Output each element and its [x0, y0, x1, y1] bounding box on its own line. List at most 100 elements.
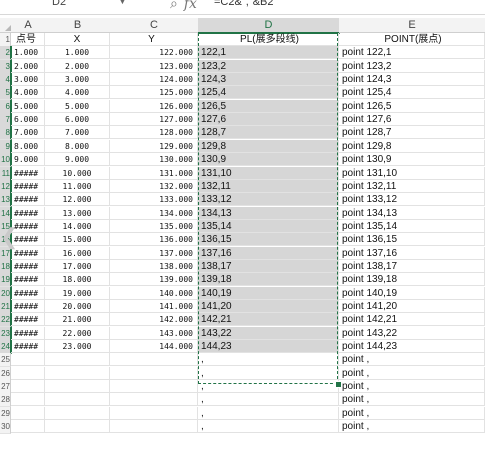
cell-e[interactable]: point ,	[339, 366, 485, 380]
cell-d[interactable]: 123,2	[198, 59, 339, 73]
cell-b[interactable]: 4.000	[45, 86, 110, 100]
cell-d[interactable]: 122,1	[198, 46, 339, 60]
cell-c[interactable]: 132.000	[110, 179, 198, 193]
header-cell-point[interactable]: POINT(展点)	[339, 33, 485, 46]
cell-c[interactable]: 130.000	[110, 153, 198, 167]
cell-a[interactable]	[11, 393, 45, 407]
cell-d[interactable]: 125,4	[198, 86, 339, 100]
search-icon[interactable]: ⌕	[170, 0, 178, 11]
cell-e[interactable]: point 128,7	[339, 126, 485, 140]
name-box[interactable]: D2 ▼	[0, 0, 128, 14]
cell-b[interactable]: 14.000	[45, 219, 110, 233]
fill-handle[interactable]	[335, 381, 342, 388]
cell-e[interactable]: point ,	[339, 406, 485, 420]
cell-b[interactable]: 9.000	[45, 153, 110, 167]
row-header[interactable]: 29	[0, 406, 11, 421]
cell-c[interactable]: 125.000	[110, 86, 198, 100]
cell-e[interactable]: point ,	[339, 353, 485, 367]
cell-b[interactable]: 3.000	[45, 73, 110, 87]
cell-c[interactable]: 134.000	[110, 206, 198, 220]
cell-c[interactable]: 137.000	[110, 246, 198, 260]
cell-e[interactable]: point 143,22	[339, 326, 485, 340]
cell-b[interactable]: 1.000	[45, 46, 110, 60]
cell-a[interactable]: #####	[11, 286, 45, 300]
cell-b[interactable]	[45, 420, 110, 434]
header-cell-point-no[interactable]: 点号	[11, 33, 45, 46]
cell-e[interactable]: point 138,17	[339, 259, 485, 273]
cell-b[interactable]: 11.000	[45, 179, 110, 193]
cell-a[interactable]	[11, 380, 45, 394]
cell-a[interactable]	[11, 366, 45, 380]
chevron-down-icon[interactable]: ▼	[118, 0, 127, 6]
cell-c[interactable]: 123.000	[110, 59, 198, 73]
cell-e[interactable]: point 126,5	[339, 99, 485, 113]
cell-b[interactable]: 16.000	[45, 246, 110, 260]
cell-b[interactable]: 7.000	[45, 126, 110, 140]
cell-a[interactable]: #####	[11, 273, 45, 287]
cell-a[interactable]: 8.000	[11, 139, 45, 153]
cell-e[interactable]: point 127,6	[339, 113, 485, 127]
cell-b[interactable]: 22.000	[45, 326, 110, 340]
cell-e[interactable]: point ,	[339, 380, 485, 394]
column-header-d[interactable]: D	[198, 18, 340, 34]
column-header-c[interactable]: C	[110, 18, 199, 33]
cell-c[interactable]: 133.000	[110, 193, 198, 207]
cell-e[interactable]: point 133,12	[339, 193, 485, 207]
cell-d[interactable]: ,	[198, 393, 339, 407]
cell-e[interactable]: point 137,16	[339, 246, 485, 260]
cell-a[interactable]: 2.000	[11, 59, 45, 73]
cell-c[interactable]: 139.000	[110, 273, 198, 287]
cell-d[interactable]: 143,22	[198, 326, 339, 340]
cell-c[interactable]	[110, 420, 198, 434]
cell-b[interactable]: 13.000	[45, 206, 110, 220]
cell-a[interactable]: #####	[11, 206, 45, 220]
cell-c[interactable]: 127.000	[110, 113, 198, 127]
cell-b[interactable]	[45, 406, 110, 420]
cell-c[interactable]: 126.000	[110, 99, 198, 113]
cell-d[interactable]: 134,13	[198, 206, 339, 220]
cell-e[interactable]: point 124,3	[339, 73, 485, 87]
cell-c[interactable]	[110, 393, 198, 407]
cell-e[interactable]: point 132,11	[339, 179, 485, 193]
cell-e[interactable]: point 122,1	[339, 46, 485, 60]
cell-c[interactable]: 140.000	[110, 286, 198, 300]
column-header-a[interactable]: A	[11, 18, 46, 33]
cell-e[interactable]: point 123,2	[339, 59, 485, 73]
cell-c[interactable]: 144.000	[110, 340, 198, 354]
cell-b[interactable]	[45, 353, 110, 367]
cell-d[interactable]: 133,12	[198, 193, 339, 207]
cell-b[interactable]: 8.000	[45, 139, 110, 153]
cell-c[interactable]: 131.000	[110, 166, 198, 180]
row-header[interactable]: 26	[0, 366, 11, 381]
cell-c[interactable]: 135.000	[110, 219, 198, 233]
cell-d[interactable]: 124,3	[198, 73, 339, 87]
cell-e[interactable]: point 131,10	[339, 166, 485, 180]
cell-a[interactable]: 5.000	[11, 99, 45, 113]
row-header[interactable]: 27	[0, 380, 11, 395]
cell-d[interactable]: 139,18	[198, 273, 339, 287]
cell-e[interactable]: point 135,14	[339, 219, 485, 233]
cell-d[interactable]: 132,11	[198, 179, 339, 193]
cell-d[interactable]: 142,21	[198, 313, 339, 327]
cell-b[interactable]: 20.000	[45, 300, 110, 313]
cell-b[interactable]: 5.000	[45, 99, 110, 113]
cell-a[interactable]: 1.000	[11, 46, 45, 60]
cell-a[interactable]: 9.000	[11, 153, 45, 167]
cell-d[interactable]: 128,7	[198, 126, 339, 140]
cell-d[interactable]: 137,16	[198, 246, 339, 260]
cell-e[interactable]: point 134,13	[339, 206, 485, 220]
column-header-e[interactable]: E	[339, 18, 485, 33]
row-header[interactable]: 25	[0, 353, 11, 368]
cell-e[interactable]: point 139,18	[339, 273, 485, 287]
cell-a[interactable]: #####	[11, 166, 45, 180]
cell-e[interactable]: point 144,23	[339, 340, 485, 354]
cell-e[interactable]: point 140,19	[339, 286, 485, 300]
header-cell-pl[interactable]: PL(展多段线)	[198, 33, 339, 46]
formula-input[interactable]: =C2&","&B2	[214, 0, 273, 8]
cell-d[interactable]: 144,23	[198, 340, 339, 354]
cell-c[interactable]: 128.000	[110, 126, 198, 140]
cell-a[interactable]: #####	[11, 313, 45, 327]
cell-d[interactable]: 131,10	[198, 166, 339, 180]
cell-a[interactable]: 4.000	[11, 86, 45, 100]
cell-a[interactable]: #####	[11, 193, 45, 207]
